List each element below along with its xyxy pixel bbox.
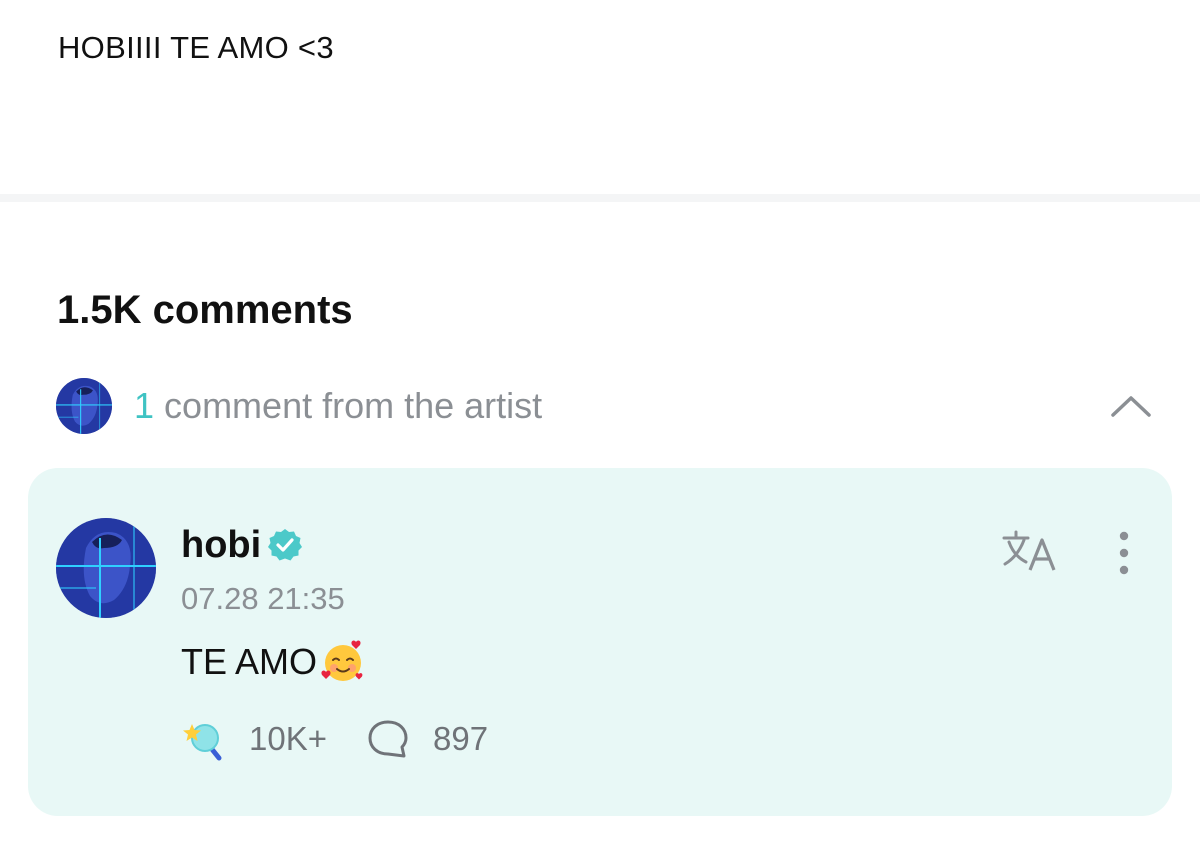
- section-divider: [0, 194, 1200, 202]
- reply-button[interactable]: 897: [365, 716, 488, 762]
- author-name[interactable]: hobi: [181, 522, 261, 568]
- comment-stats: 10K+ 897: [181, 716, 488, 762]
- artist-comments-text: comment from the artist: [164, 385, 543, 426]
- chevron-up-icon[interactable]: [1110, 386, 1152, 428]
- comment-timestamp: 07.28 21:35: [181, 581, 345, 616]
- artist-comments-label: 1 comment from the artist: [134, 384, 542, 428]
- translate-icon[interactable]: [1000, 528, 1060, 574]
- lightstick-like-icon: [183, 724, 222, 761]
- artist-comments-count: 1: [134, 385, 155, 426]
- smiling-face-with-hearts-icon: [321, 640, 363, 681]
- speech-bubble-icon: [368, 720, 408, 758]
- comment-text: TE AMO: [181, 641, 318, 682]
- more-vertical-icon[interactable]: [1112, 530, 1136, 576]
- artist-avatar-small: [56, 378, 112, 434]
- post-text: HOBIIII TE AMO <3: [58, 30, 334, 65]
- reply-count: 897: [433, 720, 489, 757]
- like-button[interactable]: 10K+: [181, 716, 327, 762]
- artist-comment-card: hobi 07.28 21:35 TE AMO 10K+ 897: [28, 468, 1172, 816]
- author-avatar[interactable]: [56, 518, 156, 618]
- artist-comments-toggle[interactable]: 1 comment from the artist: [56, 378, 1152, 434]
- comments-count: 1.5K comments: [57, 288, 353, 332]
- verified-badge-icon: [268, 529, 303, 561]
- comment-body: TE AMO: [181, 638, 367, 686]
- author-row: hobi: [181, 522, 303, 568]
- like-count: 10K+: [249, 720, 327, 757]
